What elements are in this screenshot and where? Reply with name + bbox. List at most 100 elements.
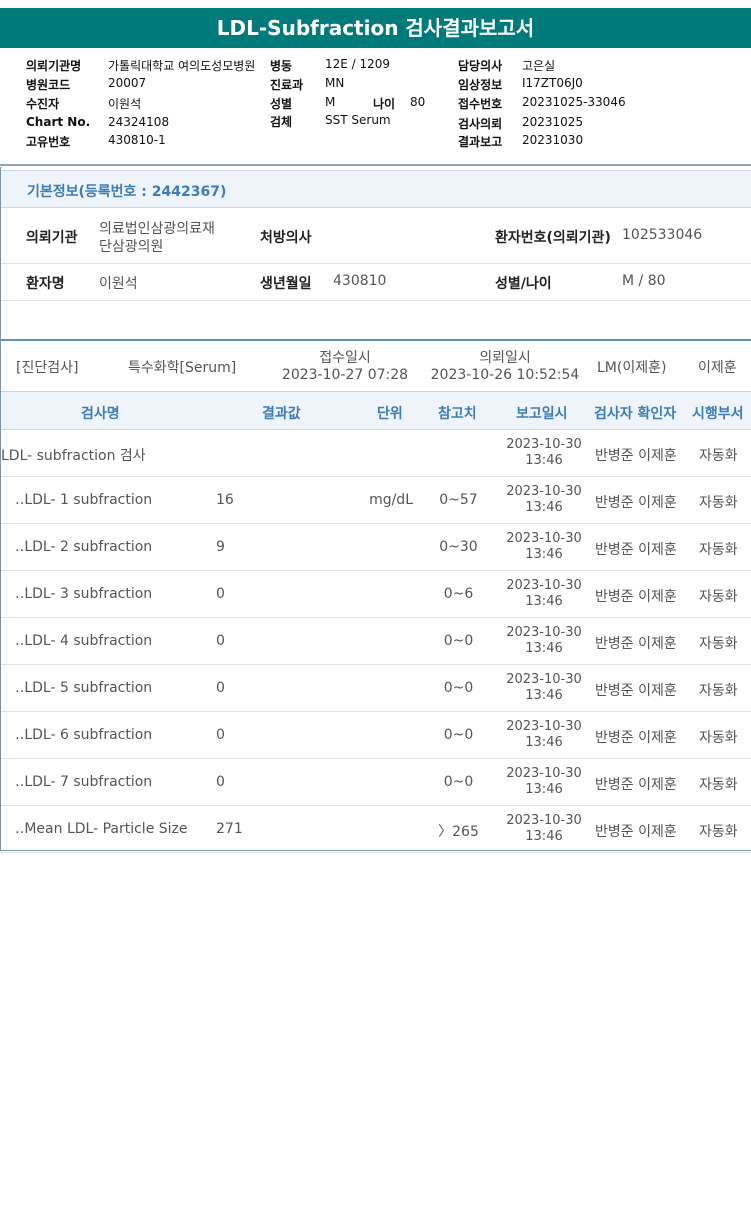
ward-value: 12E / 1209 [325,57,391,71]
cell-reference: 0~6 [443,586,474,602]
th-verifier: 검사자 확인자 [594,406,677,422]
cell-verifier: 반병준 이제훈 [595,636,677,652]
patient-name-value: 이원석 [99,276,138,292]
specimen-label: 검체 [270,115,293,129]
examinee-label: 수진자 [26,97,60,111]
report-date: 2023-10-30 [506,578,582,593]
cell-report-time: 2023-10-30 13:46 [504,437,584,469]
cell-report-time: 2023-10-30 13:46 [504,484,584,516]
cell-reference: 0~57 [439,492,478,508]
cell-test-name: LDL- subfraction 검사 [1,448,146,464]
cell-verifier: 반병준 이제훈 [595,683,677,699]
cell-dept: 자동화 [699,542,738,558]
table-row: ‥LDL- 2 subfraction 9 0~30 2023-10-30 13:46 반… [1,524,751,571]
cell-test-name: ‥LDL- 1 subfraction [15,492,153,508]
cell-report-time: 2023-10-30 13:46 [504,578,584,610]
table-row: ‥LDL- 7 subfraction 0 0~0 2023-10-30 13:46 반병… [1,759,751,806]
cell-verifier: 반병준 이제훈 [595,824,677,840]
cell-test-name: ‥LDL- 6 subfraction [15,727,153,743]
order-lab: LM(이제훈) [597,360,667,376]
cell-result: 0 [216,586,225,602]
results-table-header: 검사명 결과값 단위 참고치 보고일시 검사자 확인자 시행부서 [1,391,751,430]
table-row: ‥LDL- 4 subfraction 0 0~0 2023-10-30 13:46 반병… [1,618,751,665]
cell-reference: 0~0 [443,774,474,790]
doctor-label: 담당의사 [458,59,503,73]
report-time: 13:46 [525,782,563,797]
dept-label: 진료과 [270,78,304,92]
receipt-datetime-label: 접수일시 [319,350,371,366]
request-value: 20231025 [522,115,584,129]
report-date: 2023-10-30 [506,437,582,452]
report-date: 2023-10-30 [506,719,582,734]
chart-no-label: Chart No. [26,115,91,129]
cell-reference: 0~30 [439,539,478,555]
cell-test-name: ‥LDL- 4 subfraction [15,633,153,649]
th-test-name: 검사명 [81,406,120,422]
cell-test-name: ‥Mean LDL- Particle Size [15,821,188,837]
request-label: 검사의뢰 [458,117,503,131]
hospital-value: 가톨릭대학교 여의도성모병원 [108,59,256,73]
cell-report-time: 2023-10-30 13:46 [504,766,584,798]
cell-reference: 〉265 [438,824,479,840]
cell-verifier: 반병준 이제훈 [595,589,677,605]
report-date: 2023-10-30 [506,625,582,640]
cell-dept: 자동화 [699,683,738,699]
th-report-time: 보고일시 [516,406,568,422]
cell-dept: 자동화 [699,824,738,840]
birth-label: 생년월일 [260,276,312,292]
prescriber-label: 처방의사 [260,230,312,246]
report-date-value: 20231030 [522,133,584,147]
table-row: ‥Mean LDL- Particle Size 271 〉265 2023-10-3… [1,806,751,853]
unique-no-value: 430810-1 [108,133,166,147]
cell-report-time: 2023-10-30 13:46 [504,719,584,751]
sex-age-label: 성별/나이 [495,276,552,292]
report-time: 13:46 [525,453,563,468]
examinee-value: 이원석 [108,97,142,111]
report-date-label: 결과보고 [458,135,503,149]
cell-report-time: 2023-10-30 13:46 [504,672,584,704]
cell-result: 16 [216,492,234,508]
order-specimen: 특수화학[Serum] [128,360,237,376]
cell-result: 271 [216,821,243,837]
cell-test-name: ‥LDL- 5 subfraction [15,680,153,696]
th-unit: 단위 [377,406,403,422]
report-time: 13:46 [525,829,563,844]
sex-label: 성별 [270,97,293,111]
report-time: 13:46 [525,641,563,656]
chart-no-value: 24324108 [108,115,170,129]
report-time: 13:46 [525,547,563,562]
order-category: [진단검사] [16,360,79,376]
sex-value: M [325,95,336,109]
th-result: 결과값 [262,406,301,422]
cell-test-name: ‥LDL- 2 subfraction [15,539,153,555]
th-dept: 시행부서 [692,406,744,422]
report-title: LDL-Subfraction 검사결과보고서 [0,8,751,48]
cell-result: 0 [216,680,225,696]
basic-info-header: 기본정보(등록번호 : 2442367) [1,170,751,208]
cell-verifier: 반병준 이제훈 [595,542,677,558]
th-reference: 참고치 [438,406,477,422]
cell-test-name: ‥LDL- 3 subfraction [15,586,153,602]
code-value: 20007 [108,76,147,90]
table-row: ‥LDL- 1 subfraction 16 mg/dL 0~57 2023-10-30… [1,477,751,524]
clinical-value: I17ZT06J0 [522,76,583,90]
clinical-label: 임상정보 [458,78,503,92]
cell-reference: 0~0 [443,633,474,649]
patient-no-label: 환자번호(의뢰기관) [495,230,611,246]
report-date: 2023-10-30 [506,813,582,828]
cell-dept: 자동화 [699,777,738,793]
cell-report-time: 2023-10-30 13:46 [504,813,584,845]
cell-verifier: 반병준 이제훈 [595,777,677,793]
code-label: 병원코드 [26,78,71,92]
report-time: 13:46 [525,688,563,703]
ward-label: 병동 [270,59,293,73]
cell-result: 9 [216,539,225,555]
cell-unit: mg/dL [369,492,413,508]
cell-test-name: ‥LDL- 7 subfraction [15,774,153,790]
table-row: LDL- subfraction 검사 2023-10-30 13:46 반병준 이제… [1,430,751,477]
header-divider [0,164,751,166]
cell-dept: 자동화 [699,495,738,511]
cell-verifier: 반병준 이제훈 [595,448,677,464]
report-date: 2023-10-30 [506,484,582,499]
report-time: 13:46 [525,594,563,609]
